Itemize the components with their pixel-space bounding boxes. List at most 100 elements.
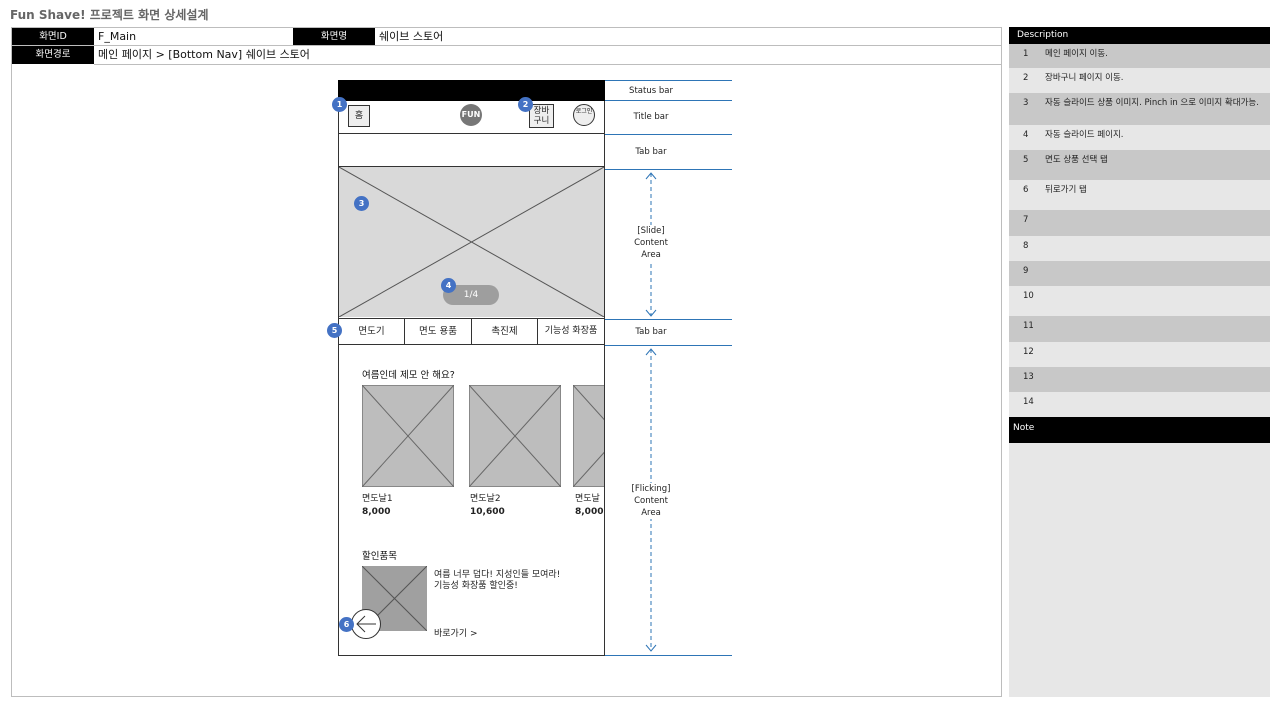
region-label-slide: [Slide] Content Area [605, 225, 697, 261]
placeholder-cross [362, 385, 454, 487]
path-value: 메인 페이지 > [Bottom Nav] 쉐이브 스토어 [98, 48, 310, 61]
product-image-2[interactable] [469, 385, 561, 487]
description-header: Description [1009, 27, 1270, 44]
annotation-badge: 1 [332, 97, 347, 112]
annotation-badge: 2 [518, 97, 533, 112]
login-button[interactable]: 로그인 [573, 104, 595, 126]
description-num: 13 [1023, 372, 1034, 382]
description-num: 10 [1023, 291, 1034, 301]
screen-name-value: 쉐이브 스토어 [379, 30, 444, 43]
description-num: 4 [1023, 130, 1029, 140]
section-title: 여름인데 제모 안 해요? [362, 370, 455, 381]
promo-text: 여름 너무 덥다! 지성인들 모여라! 기능성 화장품 할인중! [434, 570, 594, 592]
description-row: 6 뒤로가기 탭 [1009, 180, 1270, 210]
description-row: 1 메인 페이지 이동. [1009, 44, 1270, 68]
screen-id-value: F_Main [98, 30, 137, 43]
tab-category-razor[interactable]: 면도기 [339, 319, 405, 344]
description-row: 13 [1009, 367, 1270, 392]
logo: FUN [460, 104, 482, 126]
region-label-line: Area [641, 508, 661, 518]
annotation-badge: 5 [327, 323, 342, 338]
note-header: Note [1009, 417, 1270, 443]
annotation-badge: 3 [354, 196, 369, 211]
status-bar [338, 80, 605, 101]
region-label-line: [Flicking] [631, 484, 671, 494]
placeholder-cross [573, 385, 604, 487]
description-num: 3 [1023, 98, 1029, 108]
region-divider [605, 169, 732, 170]
cart-button[interactable]: 장바구니 [529, 104, 554, 128]
region-label-line: [Slide] [637, 226, 665, 236]
description-row: 11 [1009, 316, 1270, 342]
description-num: 8 [1023, 241, 1029, 251]
path-label: 화면경로 [12, 46, 94, 64]
region-label-tab-bar: Tab bar [635, 147, 667, 157]
description-num: 5 [1023, 155, 1029, 165]
description-text: 장바구니 페이지 이동. [1045, 73, 1124, 83]
arrow-left-icon [356, 615, 376, 633]
region-label-line: Content [634, 496, 668, 506]
region-label-title-bar: Title bar [633, 112, 669, 122]
product-name-2: 면도날2 [470, 494, 501, 504]
description-num: 1 [1023, 49, 1029, 59]
title-bar-divider [338, 133, 605, 134]
promo-link[interactable]: 바로가기 > [434, 626, 478, 639]
header-divider [94, 64, 1002, 65]
product-price-2: 10,600 [470, 507, 505, 517]
region-label-flicking: [Flicking] Content Area [605, 483, 697, 519]
placeholder-cross [469, 385, 561, 487]
region-label-line: Content [634, 238, 668, 248]
header-row-screen: 화면ID F_Main 화면명 쉐이브 스토어 [12, 28, 1002, 46]
description-row: 4 자동 슬라이드 페이지. [1009, 125, 1270, 150]
category-tabs-bottom-line [338, 344, 605, 345]
product-image-1[interactable] [362, 385, 454, 487]
region-divider [605, 80, 732, 81]
description-row: 8 [1009, 236, 1270, 261]
home-button[interactable]: 홈 [348, 105, 370, 127]
region-label-status-bar: Status bar [629, 86, 673, 96]
header-row-path: 화면경로 메인 페이지 > [Bottom Nav] 쉐이브 스토어 [12, 46, 1002, 65]
description-row: 2 장바구니 페이지 이동. [1009, 68, 1270, 93]
screen-id-label: 화면ID [12, 28, 94, 46]
description-num: 14 [1023, 397, 1034, 407]
promo-text-line-1: 여름 너무 덥다! 지성인들 모여라! [434, 570, 561, 580]
region-divider [605, 134, 732, 135]
description-row: 14 [1009, 392, 1270, 417]
promo-text-line-2: 기능성 화장품 할인중! [434, 581, 518, 591]
description-num: 2 [1023, 73, 1029, 83]
description-text: 자동 슬라이드 페이지. [1045, 130, 1124, 140]
annotation-badge: 6 [339, 617, 354, 632]
document-title: Fun Shave! 프로젝트 화면 상세설계 [10, 8, 209, 22]
description-num: 6 [1023, 185, 1029, 195]
description-row: 12 [1009, 342, 1270, 367]
region-label-line: Area [641, 250, 661, 260]
annotation-badge: 4 [441, 278, 456, 293]
region-divider [605, 319, 732, 320]
description-row: 3 자동 슬라이드 상품 이미지. Pinch in 으로 이미지 확대가능. [1009, 93, 1270, 125]
region-divider [605, 655, 732, 656]
description-num: 9 [1023, 266, 1029, 276]
product-price-3: 8,000 [575, 507, 604, 517]
back-button[interactable] [351, 609, 381, 639]
description-text: 메인 페이지 이동. [1045, 49, 1108, 59]
description-row: 5 면도 상품 선택 탭 [1009, 150, 1270, 180]
description-text: 뒤로가기 탭 [1045, 185, 1087, 195]
description-num: 11 [1023, 321, 1034, 331]
region-divider [605, 100, 732, 101]
tab-category-supplies[interactable]: 면도 용품 [405, 319, 472, 344]
tab-category-cosmetics[interactable]: 기능성 화장품 [538, 319, 604, 344]
product-price-1: 8,000 [362, 507, 391, 517]
description-num: 7 [1023, 215, 1029, 225]
region-divider [605, 345, 732, 346]
description-row: 9 [1009, 261, 1270, 286]
description-row: 7 [1009, 210, 1270, 236]
tab-category-accelerant[interactable]: 촉진제 [472, 319, 538, 344]
description-text: 자동 슬라이드 상품 이미지. Pinch in 으로 이미지 확대가능. [1045, 98, 1259, 108]
product-name-3: 면도날 [575, 494, 600, 504]
product-image-3[interactable] [573, 385, 604, 487]
description-num: 12 [1023, 347, 1034, 357]
description-text: 면도 상품 선택 탭 [1045, 155, 1108, 165]
product-name-1: 면도날1 [362, 494, 393, 504]
screen-name-label: 화면명 [293, 28, 375, 46]
description-row: 10 [1009, 286, 1270, 316]
